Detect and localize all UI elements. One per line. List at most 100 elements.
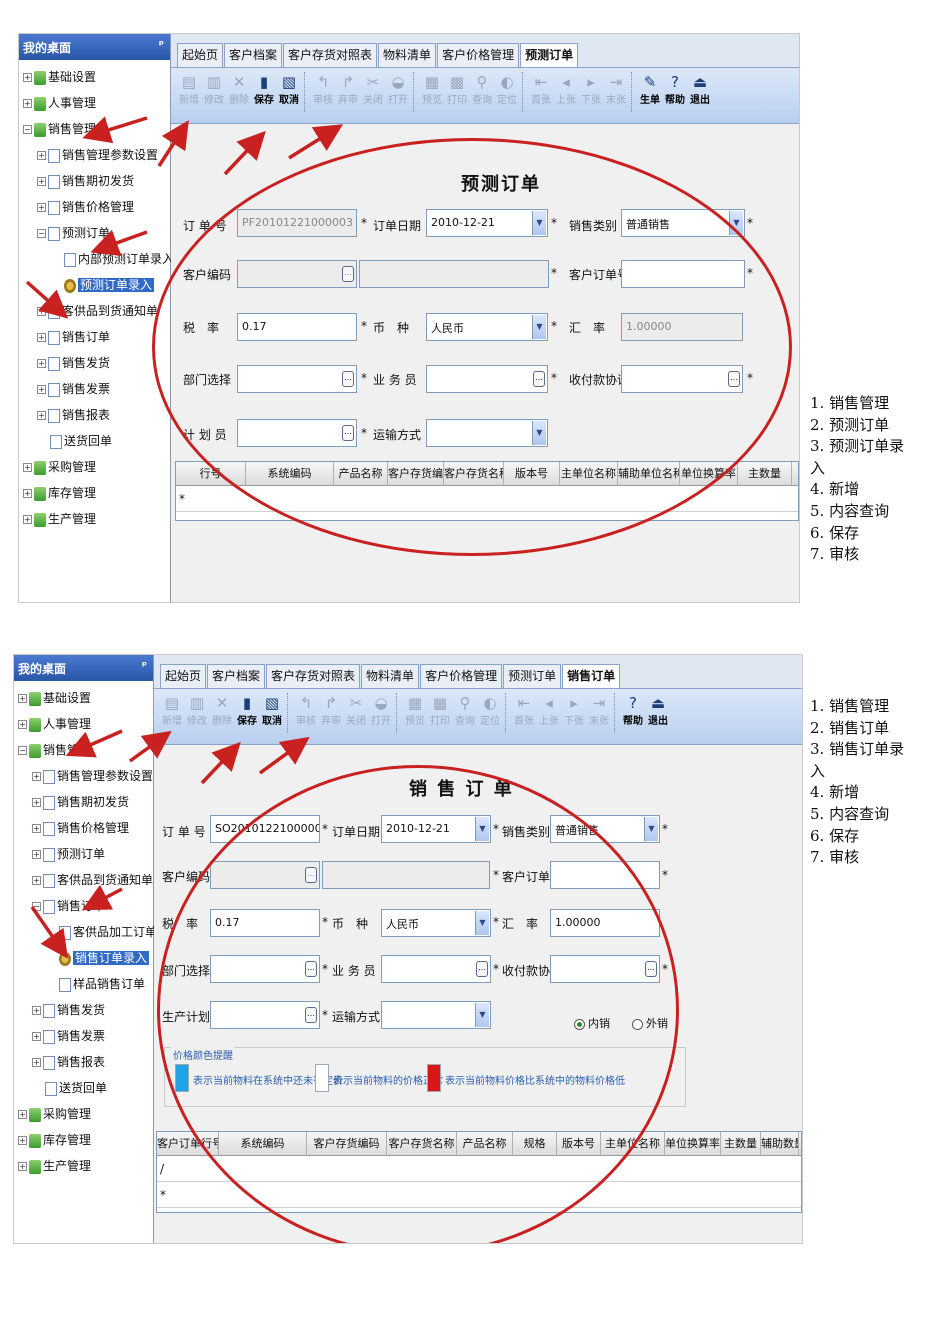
domestic-radio[interactable]: 内销 <box>574 1015 610 1031</box>
toolbar-button[interactable]: ✂ 关闭 <box>344 693 368 731</box>
grid-column-header[interactable]: 客户存货名称 <box>444 462 504 486</box>
tree-item[interactable]: 送货回单 <box>19 428 170 454</box>
tree-item[interactable]: + 客供品到货通知单 <box>19 298 170 324</box>
tree-item[interactable]: + 预测订单 <box>14 841 153 867</box>
toolbar-button[interactable]: ▸ 下张 <box>579 72 603 110</box>
expand-icon[interactable]: + <box>37 385 46 394</box>
dropdown-arrow-icon[interactable]: ▼ <box>532 315 546 339</box>
tree-item[interactable]: + 销售管理参数设置 <box>14 763 153 789</box>
expand-icon[interactable]: + <box>18 1136 27 1145</box>
expand-icon[interactable]: + <box>32 798 41 807</box>
toolbar-button[interactable]: ✂ 关闭 <box>361 72 385 110</box>
toolbar-button[interactable]: ⇤ 首张 <box>512 693 536 731</box>
toolbar-button[interactable]: ↱ 弃审 <box>319 693 343 731</box>
tree-item[interactable]: + 销售发票 <box>19 376 170 402</box>
tab[interactable]: 客户存货对照表 <box>266 664 361 688</box>
currency-select[interactable]: 人民币 ▼ <box>426 313 548 341</box>
expand-icon[interactable]: + <box>18 720 27 729</box>
grid-column-header[interactable]: 客户订单行号 <box>157 1132 219 1156</box>
expand-icon[interactable]: + <box>23 515 32 524</box>
toolbar-button[interactable]: ✕ 删除 <box>227 72 251 110</box>
grid-row[interactable]: / <box>157 1156 801 1182</box>
customer-code-field[interactable]: … <box>210 861 320 889</box>
expand-icon[interactable]: + <box>32 876 41 885</box>
toolbar-button[interactable]: ? 帮助 <box>621 693 645 731</box>
expand-icon[interactable]: + <box>32 1006 41 1015</box>
tree-item[interactable]: + 库存管理 <box>19 480 170 506</box>
tree-item[interactable]: + 人事管理 <box>19 90 170 116</box>
toolbar-button[interactable]: ▤ 新增 <box>160 693 184 731</box>
lookup-icon[interactable]: … <box>342 266 354 282</box>
customer-order-field[interactable] <box>550 861 660 889</box>
grid-column-header[interactable]: 辅助数量 <box>761 1132 799 1156</box>
toolbar-button[interactable]: ▮ 保存 <box>252 72 276 110</box>
grid-column-header[interactable]: 客户存货名称 <box>387 1132 457 1156</box>
tax-rate-field[interactable]: 0.17 <box>210 909 320 937</box>
toolbar-button[interactable]: ⇤ 首张 <box>529 72 553 110</box>
toolbar-button[interactable]: ◂ 上张 <box>537 693 561 731</box>
grid-column-header[interactable]: 单位换算率 <box>680 462 738 486</box>
tree-item[interactable]: + 库存管理 <box>14 1127 153 1153</box>
dept-field[interactable]: … <box>210 955 320 983</box>
toolbar-button[interactable]: ↱ 弃审 <box>336 72 360 110</box>
grid-column-header[interactable]: 系统编码 <box>219 1132 307 1156</box>
toolbar-button[interactable]: ⏏ 退出 <box>688 72 712 110</box>
tree-item[interactable]: 内部预测订单录入 <box>19 246 174 272</box>
dropdown-arrow-icon[interactable]: ▼ <box>475 911 489 935</box>
expand-icon[interactable]: + <box>37 307 46 316</box>
lookup-icon[interactable]: … <box>305 867 317 883</box>
toolbar-button[interactable]: ▩ 打印 <box>428 693 452 731</box>
tree-item[interactable]: + 销售管理参数设置 <box>19 142 170 168</box>
exchange-rate-field[interactable]: 1.00000 <box>550 909 660 937</box>
grid-column-header[interactable]: 主数量 <box>738 462 792 486</box>
toolbar-button[interactable]: ▩ 打印 <box>445 72 469 110</box>
expand-icon[interactable]: + <box>32 850 41 859</box>
salesman-field[interactable]: … <box>426 365 548 393</box>
tree-item[interactable]: + 销售发货 <box>14 997 153 1023</box>
sales-type-select[interactable]: 普通销售 ▼ <box>550 815 660 843</box>
dept-field[interactable]: … <box>237 365 357 393</box>
tree-item[interactable]: + 人事管理 <box>14 711 153 737</box>
tab[interactable]: 物料清单 <box>378 43 437 67</box>
tree-item[interactable]: + 客供品到货通知单 <box>14 867 153 893</box>
tab[interactable]: 客户价格管理 <box>437 43 520 67</box>
tree-item[interactable]: + 销售期初发货 <box>19 168 170 194</box>
grid-column-header[interactable]: 主单位名称 <box>560 462 618 486</box>
expand-icon[interactable]: + <box>37 411 46 420</box>
toolbar-button[interactable]: ◐ 定位 <box>495 72 519 110</box>
tree-item[interactable]: + 销售订单 <box>19 324 170 350</box>
lookup-icon[interactable]: … <box>305 1007 317 1023</box>
grid-column-header[interactable]: 行号 <box>176 462 246 486</box>
toolbar-button[interactable]: ↰ 审核 <box>311 72 335 110</box>
tree-item[interactable]: − 预测订单 <box>19 220 170 246</box>
collapse-icon[interactable]: − <box>23 125 32 134</box>
dropdown-arrow-icon[interactable]: ▼ <box>532 211 546 235</box>
planner-field[interactable]: … <box>210 1001 320 1029</box>
detail-grid[interactable]: 行号系统编码产品名称客户存货编码客户存货名称版本号主单位名称辅助单位名称单位换算… <box>175 461 799 521</box>
toolbar-button[interactable]: ◒ 打开 <box>386 72 410 110</box>
transport-select[interactable]: ▼ <box>426 419 548 447</box>
tree-item[interactable]: + 采购管理 <box>14 1101 153 1127</box>
order-date-field[interactable]: 2010-12-21 ▼ <box>381 815 491 843</box>
grid-column-header[interactable]: 单位换算率 <box>665 1132 721 1156</box>
tree-item[interactable]: 销售订单录入 <box>14 945 153 971</box>
pin-icon[interactable]: ᵖ <box>142 659 147 672</box>
tab[interactable]: 客户档案 <box>224 43 283 67</box>
collapse-icon[interactable]: − <box>37 229 46 238</box>
expand-icon[interactable]: + <box>23 463 32 472</box>
tree-item[interactable]: + 生产管理 <box>19 506 170 532</box>
tab[interactable]: 销售订单 <box>562 664 621 688</box>
expand-icon[interactable]: + <box>23 489 32 498</box>
tree-item[interactable]: + 销售报表 <box>14 1049 153 1075</box>
dropdown-arrow-icon[interactable]: ▼ <box>532 421 546 445</box>
detail-grid[interactable]: 客户订单行号 系统编码 客户存货编码 客户存货名称 产品名称 规格 版本号 主单位名称 单位换算… <box>156 1131 802 1213</box>
lookup-icon[interactable]: … <box>728 371 740 387</box>
salesman-field[interactable]: … <box>381 955 491 983</box>
sales-type-select[interactable]: 普通销售 ▼ <box>621 209 745 237</box>
expand-icon[interactable]: + <box>18 1162 27 1171</box>
grid-column-header[interactable]: 主数量 <box>721 1132 761 1156</box>
pin-icon[interactable]: ᵖ <box>159 38 164 51</box>
expand-icon[interactable]: + <box>32 1032 41 1041</box>
tree-item[interactable]: + 销售发票 <box>14 1023 153 1049</box>
toolbar-button[interactable]: ◒ 打开 <box>369 693 393 731</box>
